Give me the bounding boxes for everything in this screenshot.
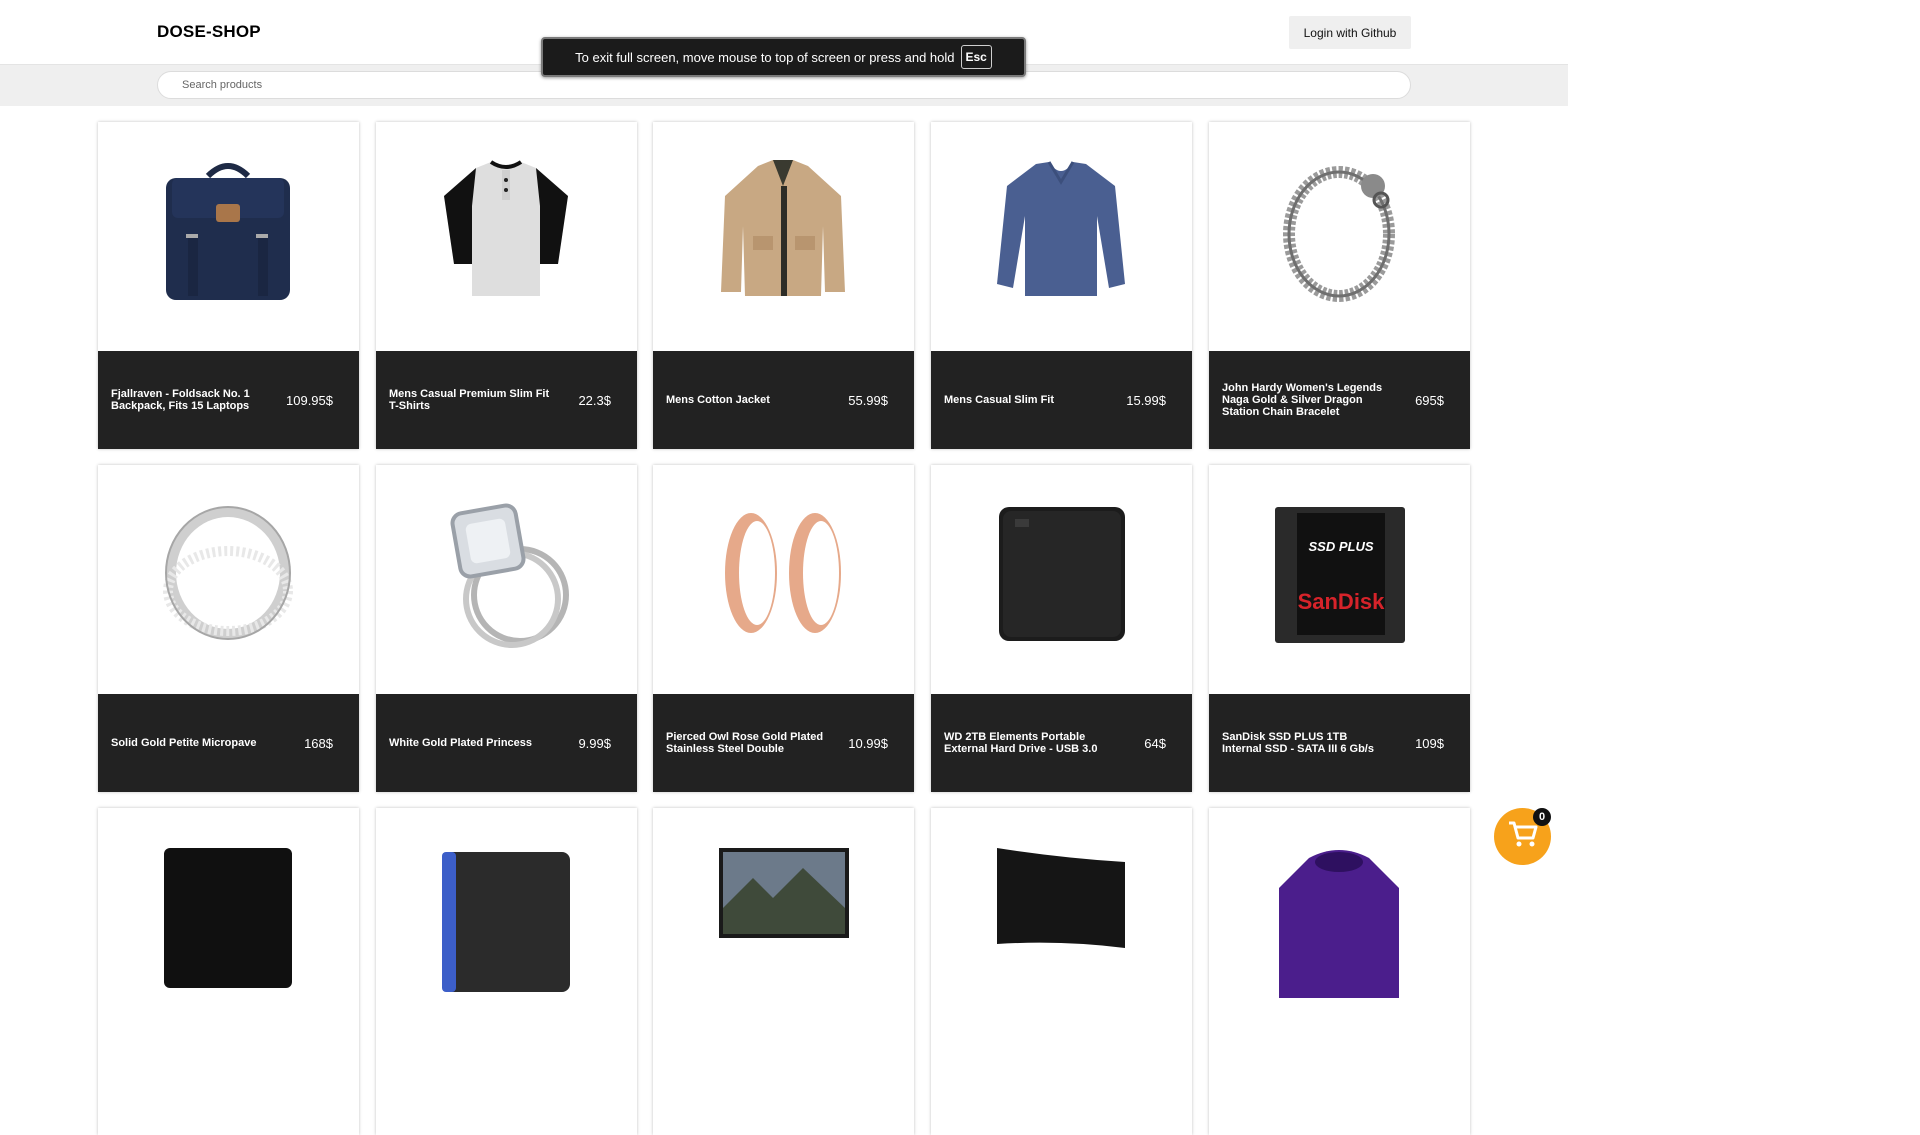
product-name: Mens Casual Premium Slim Fit T-Shirts <box>389 388 550 412</box>
cart-icon <box>1508 820 1538 853</box>
fullscreen-message: To exit full screen, move mouse to top o… <box>575 49 955 65</box>
product-name: White Gold Plated Princess <box>389 737 533 749</box>
product-name: Solid Gold Petite Micropave <box>111 737 257 749</box>
product-card[interactable]: John Hardy Women's Legends Naga Gold & S… <box>1209 122 1470 449</box>
product-card[interactable] <box>376 808 637 1135</box>
product-info: Mens Cotton Jacket 55.99$ <box>653 351 914 449</box>
ring-image <box>98 465 359 694</box>
product-price: 22.3$ <box>578 392 611 408</box>
product-info: Mens Casual Slim Fit 15.99$ <box>931 351 1192 449</box>
product-card[interactable] <box>98 808 359 1135</box>
product-info: Fjallraven - Foldsack No. 1 Backpack, Fi… <box>98 351 359 449</box>
fullscreen-toast: To exit full screen, move mouse to top o… <box>541 37 1026 77</box>
backpack-image <box>98 122 359 351</box>
cart-count-badge: 0 <box>1533 808 1551 826</box>
product-card[interactable]: Mens Cotton Jacket 55.99$ <box>653 122 914 449</box>
product-info: Solid Gold Petite Micropave 168$ <box>98 694 359 792</box>
purple-jacket-image <box>1209 808 1470 1037</box>
brand-logo[interactable]: DOSE-SHOP <box>157 22 261 42</box>
login-github-button[interactable]: Login with Github <box>1289 16 1411 49</box>
product-info: Mens Casual Premium Slim Fit T-Shirts 22… <box>376 351 637 449</box>
ssd-image: SSD PLUS SanDisk <box>1209 465 1470 694</box>
plugs-image <box>653 465 914 694</box>
longsleeve-shirt-image <box>931 122 1192 351</box>
product-name: WD 2TB Elements Portable External Hard D… <box>944 731 1098 755</box>
curved-monitor-image <box>931 808 1192 1037</box>
product-price: 9.99$ <box>578 735 611 751</box>
product-card[interactable]: SSD PLUS SanDisk SanDisk SSD PLUS 1TB In… <box>1209 465 1470 792</box>
esc-key-badge: Esc <box>960 45 992 69</box>
product-price: 695$ <box>1415 392 1444 408</box>
product-name: SanDisk SSD PLUS 1TB Internal SSD - SATA… <box>1222 731 1374 755</box>
product-info: Pierced Owl Rose Gold Plated Stainless S… <box>653 694 914 792</box>
product-card[interactable]: Fjallraven - Foldsack No. 1 Backpack, Fi… <box>98 122 359 449</box>
product-card[interactable] <box>931 808 1192 1135</box>
monitor-image <box>653 808 914 1037</box>
product-info: SanDisk SSD PLUS 1TB Internal SSD - SATA… <box>1209 694 1470 792</box>
product-price: 64$ <box>1144 735 1166 751</box>
product-card[interactable]: Mens Casual Premium Slim Fit T-Shirts 22… <box>376 122 637 449</box>
product-info: WD 2TB Elements Portable External Hard D… <box>931 694 1192 792</box>
product-card[interactable] <box>653 808 914 1135</box>
hard-drive-image <box>931 465 1192 694</box>
product-card[interactable]: White Gold Plated Princess 9.99$ <box>376 465 637 792</box>
product-name: Mens Cotton Jacket <box>666 394 770 406</box>
tshirt-image <box>376 122 637 351</box>
ssd-black-image <box>98 808 359 1037</box>
ssd-label-text: SSD PLUS <box>1308 539 1373 554</box>
product-grid: Fjallraven - Foldsack No. 1 Backpack, Fi… <box>0 0 1568 1135</box>
product-info: John Hardy Women's Legends Naga Gold & S… <box>1209 351 1470 449</box>
ssd-brand-text: SanDisk <box>1298 589 1386 614</box>
product-card[interactable]: Pierced Owl Rose Gold Plated Stainless S… <box>653 465 914 792</box>
product-price: 168$ <box>304 735 333 751</box>
product-card[interactable]: WD 2TB Elements Portable External Hard D… <box>931 465 1192 792</box>
product-name: John Hardy Women's Legends Naga Gold & S… <box>1222 382 1383 418</box>
product-price: 109$ <box>1415 735 1444 751</box>
product-card[interactable]: Solid Gold Petite Micropave 168$ <box>98 465 359 792</box>
diamond-ring-image <box>376 465 637 694</box>
product-price: 55.99$ <box>848 392 888 408</box>
product-info: White Gold Plated Princess 9.99$ <box>376 694 637 792</box>
product-name: Fjallraven - Foldsack No. 1 Backpack, Fi… <box>111 388 250 412</box>
jacket-image <box>653 122 914 351</box>
product-name: Mens Casual Slim Fit <box>944 394 1055 406</box>
product-card[interactable] <box>1209 808 1470 1135</box>
bracelet-image <box>1209 122 1470 351</box>
gaming-drive-image <box>376 808 637 1037</box>
product-price: 15.99$ <box>1126 392 1166 408</box>
product-name: Pierced Owl Rose Gold Plated Stainless S… <box>666 731 824 755</box>
product-price: 109.95$ <box>286 392 333 408</box>
product-price: 10.99$ <box>848 735 888 751</box>
product-card[interactable]: Mens Casual Slim Fit 15.99$ <box>931 122 1192 449</box>
